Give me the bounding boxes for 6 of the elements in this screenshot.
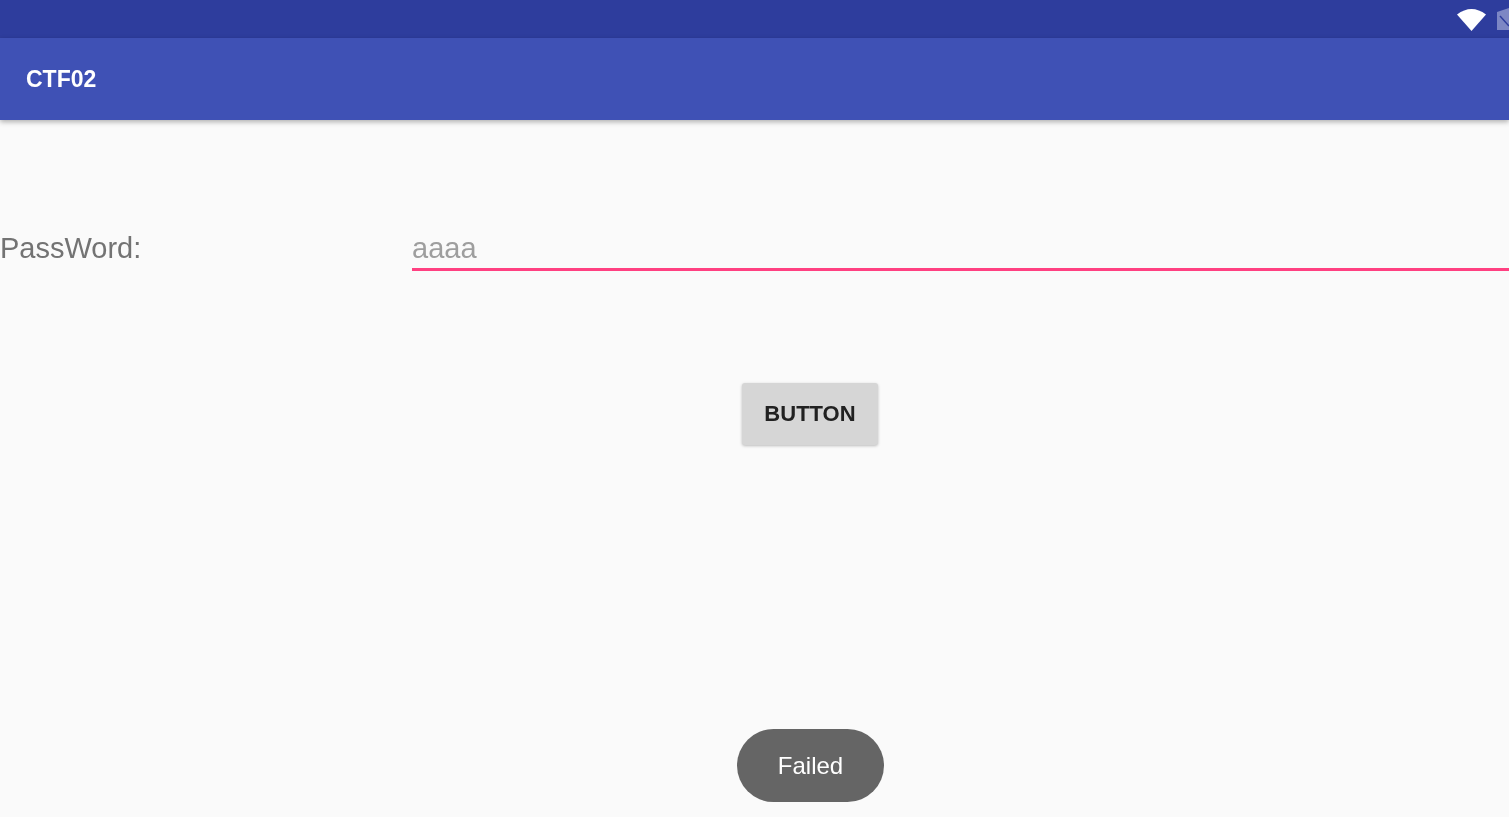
toast-message: Failed bbox=[737, 729, 884, 802]
password-label: PassWord: bbox=[0, 231, 143, 266]
wifi-icon bbox=[1457, 7, 1486, 31]
submit-button[interactable]: BUTTON bbox=[742, 383, 878, 445]
password-field[interactable]: aaaa bbox=[412, 231, 1509, 271]
app-title: CTF02 bbox=[26, 65, 97, 93]
